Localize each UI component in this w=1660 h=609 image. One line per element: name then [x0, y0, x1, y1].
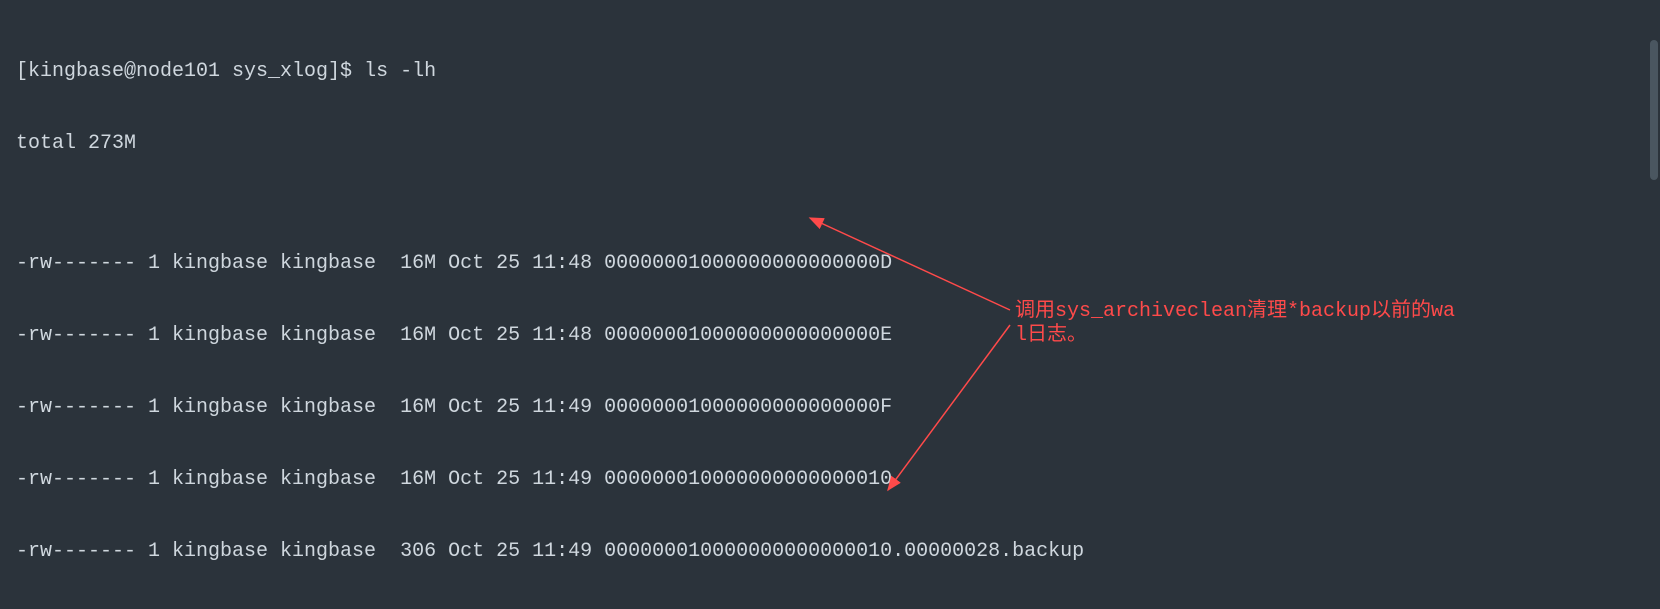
file-row: -rw------- 1 kingbase kingbase 16M Oct 2… [16, 396, 1644, 420]
annotation-text: 调用sys_archiveclean清理*backup以前的wal日志。 [1015, 300, 1465, 348]
file-row: -rw------- 1 kingbase kingbase 16M Oct 2… [16, 468, 1644, 492]
scrollbar-thumb[interactable] [1650, 40, 1658, 180]
command-line: [kingbase@node101 sys_xlog]$ ls -lh [16, 60, 1644, 84]
file-row-backup: -rw------- 1 kingbase kingbase 306 Oct 2… [16, 540, 1644, 564]
shell-prompt: [kingbase@node101 sys_xlog]$ [16, 60, 364, 83]
total-line: total 273M [16, 132, 1644, 156]
file-row: -rw------- 1 kingbase kingbase 16M Oct 2… [16, 252, 1644, 276]
typed-command: ls -lh [364, 60, 436, 83]
